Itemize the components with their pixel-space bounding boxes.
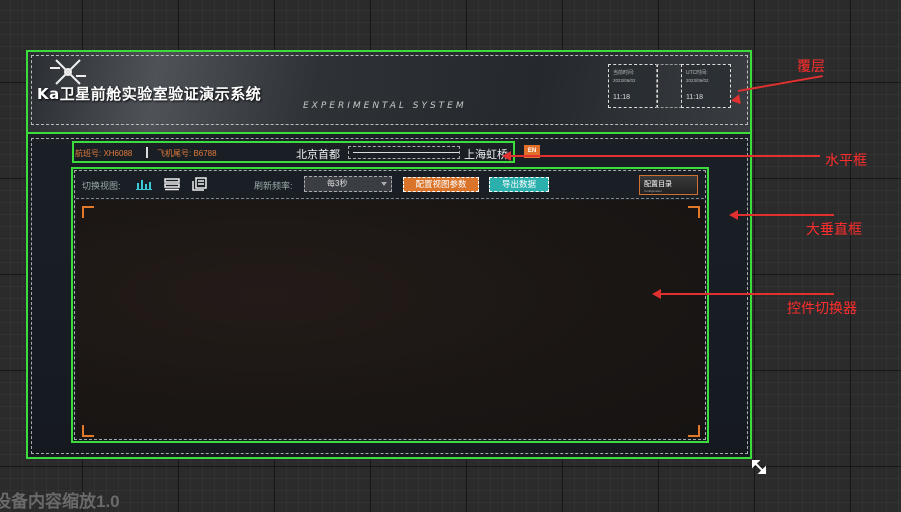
utc-time-label: UTC时间:	[686, 70, 708, 76]
export-data-button[interactable]: 导出数据	[489, 177, 549, 192]
local-time-panel: 当前时间: 2023/06/02 11:18	[608, 64, 658, 108]
flight-number: 航班号: XH6088	[75, 149, 133, 158]
zoom-status-text: 设备内容缩放1.0	[0, 492, 120, 511]
annotation-arrow-switcher	[660, 293, 834, 295]
document-icon[interactable]	[191, 177, 209, 191]
annotation-arrowhead-horizontal	[502, 151, 511, 161]
refresh-rate-value: 每3秒	[327, 179, 348, 188]
local-time-label: 当前时间:	[613, 70, 635, 76]
utc-time-value: 11:18	[686, 94, 703, 101]
local-time-value: 11:18	[613, 94, 630, 101]
local-date-value: 2023/06/02	[613, 78, 636, 83]
bar-chart-icon[interactable]	[135, 177, 153, 191]
refresh-rate-label: 刷新频率:	[254, 181, 293, 191]
corner-top-left	[82, 206, 94, 218]
config-view-button[interactable]: 配置视图参数	[403, 177, 479, 192]
config-directory-sublabel: Configuration	[644, 189, 662, 193]
chevron-down-icon	[381, 182, 387, 186]
config-directory-button[interactable]: 配置目录 Configuration	[639, 175, 698, 195]
corner-bottom-right	[688, 425, 700, 437]
annotation-vertical-box: 大垂直框	[806, 221, 862, 237]
annotation-horizontal-box: 水平框	[825, 152, 867, 168]
annotation-arrow-horizontal	[510, 155, 820, 157]
app-subtitle: EXPERIMENTAL SYSTEM	[303, 101, 467, 111]
config-directory-label: 配置目录	[644, 181, 672, 188]
annotation-arrowhead-switcher	[652, 289, 661, 299]
route-line	[353, 152, 459, 153]
list-icon[interactable]	[163, 177, 181, 191]
corner-bottom-left	[82, 425, 94, 437]
annotation-switcher: 控件切换器	[787, 300, 857, 316]
app-title: Ka卫星前舱实验室验证演示系统	[37, 85, 262, 103]
departure-city: 北京首都	[296, 149, 340, 161]
time-divider	[656, 64, 682, 108]
utc-time-panel: UTC时间: 2023/06/02 11:18	[681, 64, 731, 108]
annotation-arrow-vertical	[738, 214, 834, 216]
resize-handle-icon[interactable]	[750, 458, 768, 476]
widget-display-area	[76, 200, 705, 438]
corner-top-right	[688, 206, 700, 218]
tail-number: 飞机尾号: B6788	[157, 149, 217, 158]
switch-view-label: 切换视图:	[82, 181, 121, 191]
refresh-rate-select[interactable]: 每3秒	[304, 176, 392, 192]
flight-separator	[146, 147, 148, 158]
annotation-overlay: 覆层	[797, 58, 825, 74]
annotation-arrowhead-overlay	[730, 94, 741, 106]
utc-date-value: 2023/06/02	[686, 78, 709, 83]
annotation-arrowhead-vertical	[729, 210, 738, 220]
